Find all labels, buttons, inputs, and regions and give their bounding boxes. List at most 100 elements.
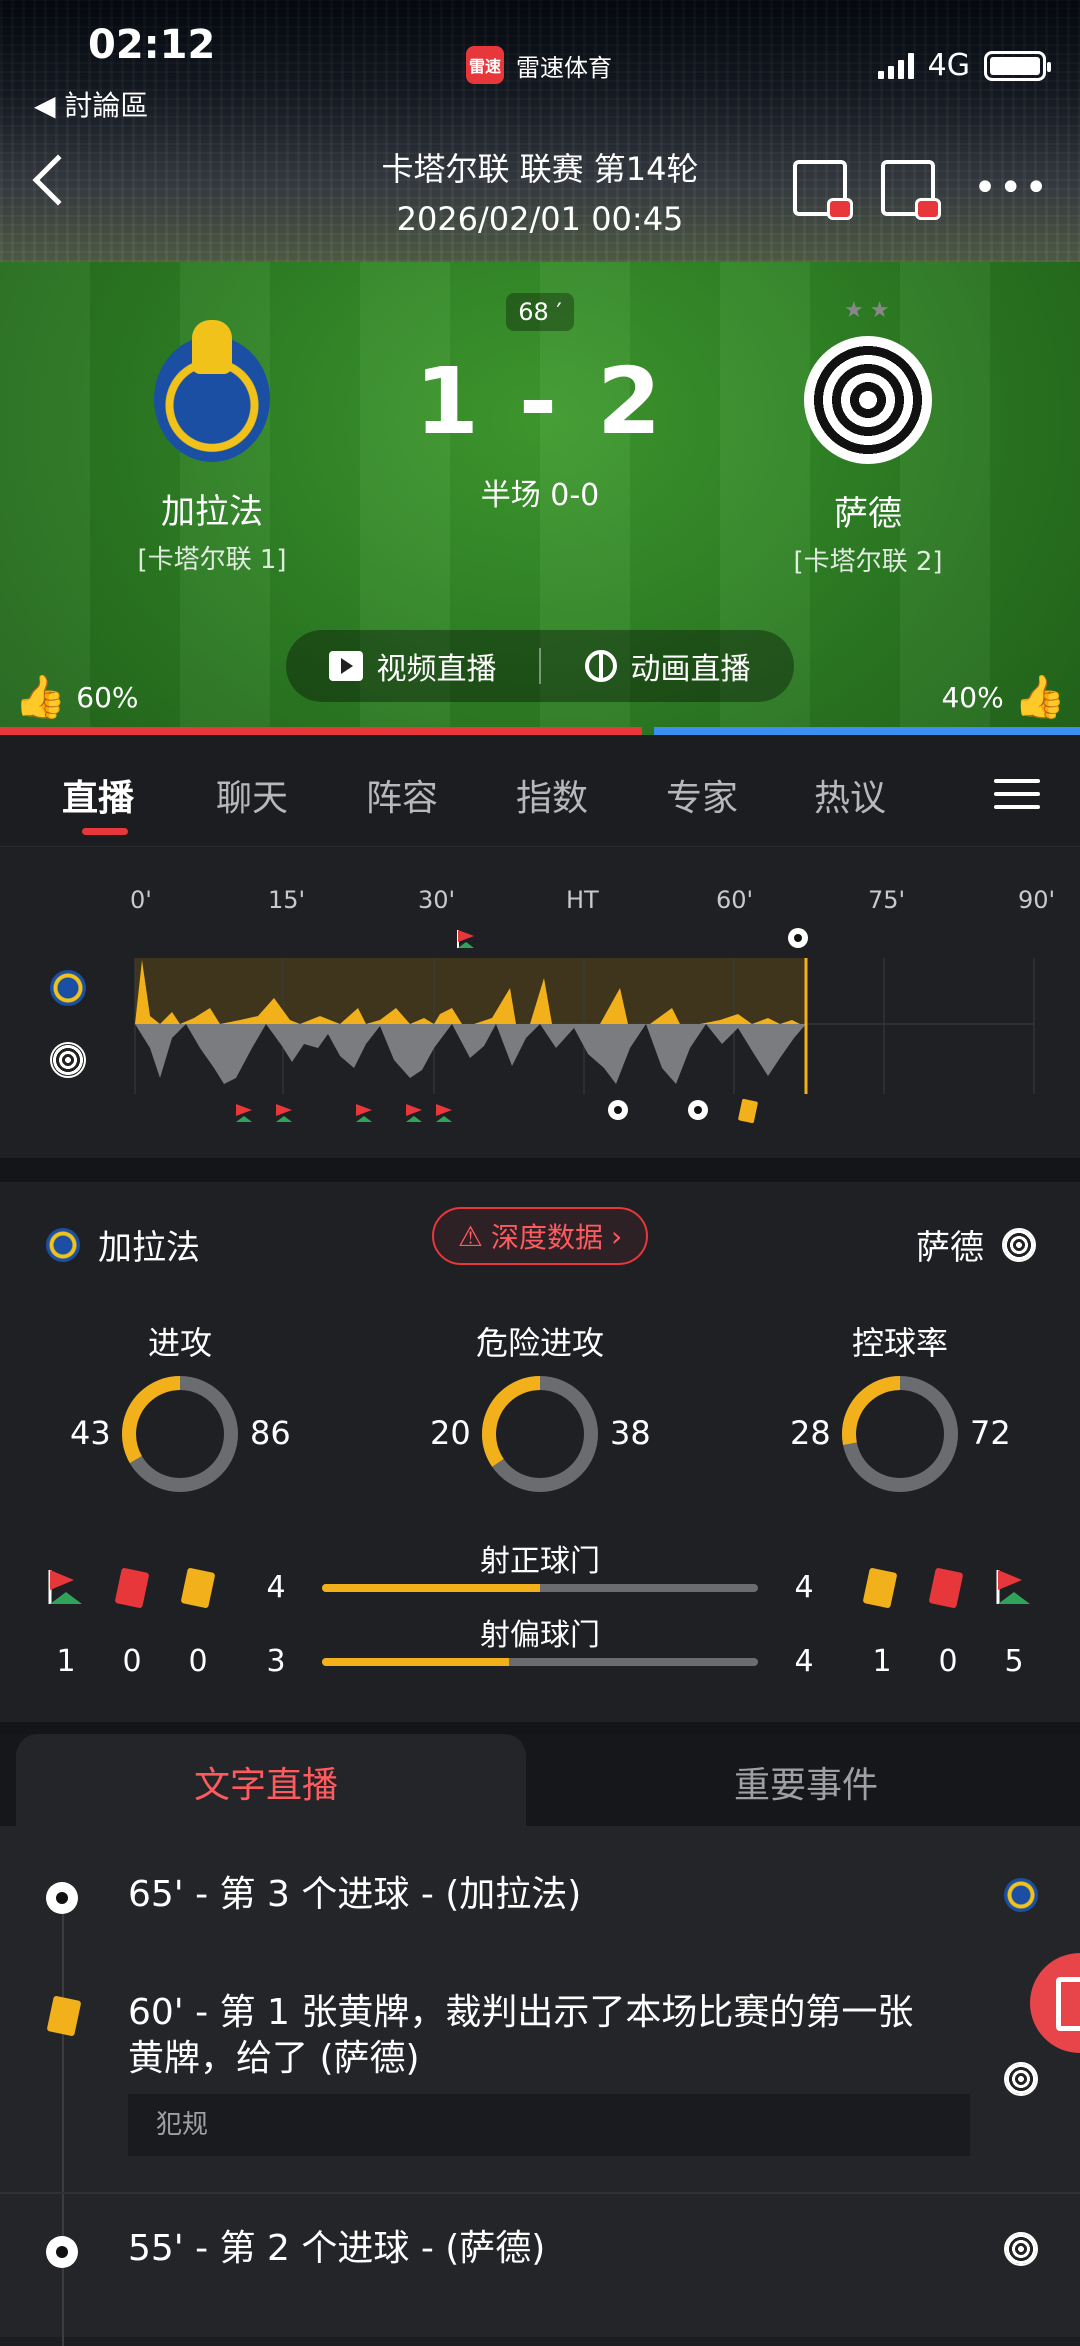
section-divider	[0, 1158, 1080, 1182]
shots-on-target-bar	[322, 1584, 758, 1592]
battery-icon	[984, 50, 1051, 81]
home-corners: 1	[56, 1644, 76, 1679]
tab-text-live[interactable]: 文字直播	[194, 1756, 338, 1808]
play-icon	[328, 651, 363, 681]
corner-flag-icon	[457, 930, 474, 948]
match-stats: 加拉法 ⚠ 深度数据 › 萨德 进攻 43 86 危险进攻 20 38 控球率 …	[0, 1182, 1080, 1722]
stats-home-team: 加拉法	[46, 1220, 200, 1269]
stat-label-attacks: 进攻	[147, 1324, 212, 1362]
feed-item-text-cont: 黄牌，给了 (萨德)	[128, 2038, 420, 2079]
feed-item-text: 55' - 第 2 个进球 - (萨德)	[128, 2228, 546, 2269]
red-card-icon	[928, 1567, 964, 1609]
stat-label-possession: 控球率	[851, 1324, 948, 1362]
match-momentum-timeline: 0' 15' 30' HT 60' 75' 90'	[0, 848, 1080, 1158]
away-dangerous-attacks: 38	[610, 1414, 651, 1452]
away-team-rank: [卡塔尔联 2]	[793, 547, 943, 577]
home-attacks: 43	[70, 1414, 111, 1452]
tab-live[interactable]: 直播	[62, 769, 134, 821]
home-team-rank: [卡塔尔联 1]	[137, 545, 287, 575]
home-shots-on: 4	[266, 1570, 286, 1605]
stats-away-team: 萨德	[916, 1220, 1036, 1269]
network-type: 4G	[927, 48, 970, 83]
away-shots-on: 4	[794, 1570, 814, 1605]
header-actions: •••	[793, 160, 1050, 220]
more-icon[interactable]: •••	[973, 165, 1050, 211]
home-support-vote[interactable]: 👍 60%	[14, 672, 139, 722]
home-dangerous-attacks: 20	[430, 1414, 471, 1452]
red-card-icon	[114, 1567, 150, 1609]
active-tab-indicator	[82, 828, 128, 835]
home-red-cards: 0	[122, 1644, 142, 1679]
away-team-crest-icon	[804, 298, 932, 464]
stats-away-name: 萨德	[916, 1228, 984, 1268]
feed-item-text: 65' - 第 3 个进球 - (加拉法)	[128, 1874, 582, 1915]
dangerous-attacks-ring	[482, 1376, 598, 1492]
tab-odds[interactable]: 指数	[516, 769, 588, 821]
goal-ball-icon	[46, 2236, 78, 2268]
tab-experts[interactable]: 专家	[666, 769, 738, 821]
away-possession: 72	[970, 1414, 1011, 1452]
away-vote-bar	[654, 727, 1080, 735]
home-team-mini-crest-icon	[46, 1227, 80, 1262]
momentum-graph	[134, 928, 1035, 1124]
yellow-card-icon	[862, 1567, 898, 1609]
stats-home-name: 加拉法	[98, 1228, 200, 1268]
home-shots-off: 3	[266, 1644, 286, 1679]
thumbs-up-icon: 👍	[14, 672, 67, 721]
shots-off-target-label: 射偏球门	[480, 1618, 600, 1653]
home-vote-bar	[0, 727, 642, 735]
feed-divider	[0, 2192, 1080, 2194]
match-hero: 02:12 ◀ 討論區 雷速 雷速体育 4G 卡塔尔联 联赛 第14轮 2026…	[0, 0, 1080, 735]
away-yellow-cards: 1	[872, 1644, 892, 1679]
away-vote-percent: 40%	[941, 680, 1004, 714]
chevron-right-icon: ›	[610, 1219, 623, 1253]
status-icons: 4G	[877, 48, 1051, 83]
away-red-cards: 0	[938, 1644, 958, 1679]
app-banner: 雷速 雷速体育	[466, 46, 612, 84]
thumbs-up-icon: 👍	[1013, 672, 1066, 721]
away-team-mini-crest-icon	[1002, 1227, 1036, 1262]
away-team-mini-crest-icon	[1004, 2232, 1038, 2266]
away-support-vote[interactable]: 40% 👍	[941, 672, 1066, 722]
animation-icon	[584, 650, 617, 682]
home-yellow-cards: 0	[188, 1644, 208, 1679]
home-team-mini-crest-icon	[1004, 1878, 1038, 1912]
menu-icon[interactable]	[994, 770, 1040, 818]
animation-live-button[interactable]: 动画直播	[541, 644, 794, 688]
float-window-icon[interactable]	[793, 160, 854, 220]
picture-in-picture-icon[interactable]	[881, 160, 942, 220]
tab-chat[interactable]: 聊天	[216, 769, 288, 821]
warning-triangle-icon: ⚠	[457, 1219, 483, 1253]
away-shots-off: 4	[794, 1644, 814, 1679]
live-stream-toggle: 视频直播 动画直播	[286, 630, 794, 702]
away-attacks: 86	[250, 1414, 291, 1452]
video-live-button[interactable]: 视频直播	[286, 644, 539, 688]
signal-icon	[877, 52, 914, 79]
feed-timeline-line	[62, 1896, 64, 2346]
corner-flag-icon	[48, 1570, 82, 1604]
goal-ball-icon	[46, 1882, 78, 1914]
away-team-name: 萨德	[834, 494, 902, 534]
corner-flag-icon	[996, 1570, 1030, 1604]
app-name: 雷速体育	[516, 53, 612, 82]
match-minute: 68 ′	[506, 293, 574, 331]
home-vote-percent: 60%	[76, 680, 139, 714]
deep-data-label: 深度数据	[490, 1221, 603, 1254]
tab-key-events[interactable]: 重要事件	[734, 1756, 878, 1808]
yellow-card-icon	[46, 1995, 82, 2037]
tab-discussion[interactable]: 热议	[814, 769, 886, 821]
status-time: 02:12	[88, 22, 216, 68]
home-possession: 28	[790, 1414, 831, 1452]
away-corners: 5	[1004, 1644, 1024, 1679]
feed-item-note: 犯规	[128, 2094, 970, 2156]
deep-data-button[interactable]: ⚠ 深度数据 ›	[432, 1207, 648, 1265]
attacks-ring	[122, 1376, 238, 1492]
tab-lineup[interactable]: 阵容	[366, 769, 438, 821]
yellow-card-icon	[180, 1567, 216, 1609]
stat-label-dangerous-attacks: 危险进攻	[475, 1324, 604, 1362]
possession-ring	[842, 1376, 958, 1492]
away-team[interactable]: 萨德 [卡塔尔联 2]	[748, 298, 988, 578]
return-to-app-link[interactable]: ◀ 討論區	[34, 84, 148, 124]
feed-tabs: 文字直播 重要事件	[0, 1734, 1080, 1826]
section-divider	[0, 1722, 1080, 1734]
